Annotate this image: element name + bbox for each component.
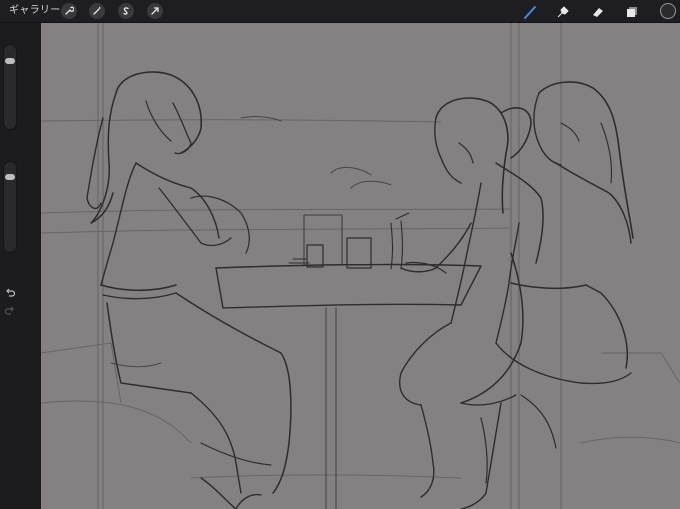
smudge-icon[interactable] <box>554 3 572 21</box>
layers-icon[interactable] <box>623 3 641 21</box>
opacity-slider[interactable] <box>3 161 17 253</box>
opacity-thumb[interactable] <box>5 174 15 180</box>
redo-icon[interactable] <box>4 305 16 317</box>
sketch-artwork <box>41 23 680 509</box>
brush-size-slider[interactable] <box>3 44 17 130</box>
eraser-icon[interactable] <box>589 3 607 21</box>
wrench-icon[interactable] <box>61 3 77 19</box>
brush-icon[interactable] <box>521 3 539 21</box>
brush-size-thumb[interactable] <box>5 58 15 64</box>
gallery-button[interactable]: ギャラリー <box>9 4 61 17</box>
color-swatch[interactable] <box>660 3 676 19</box>
transform-arrow-icon[interactable] <box>147 3 163 19</box>
undo-icon[interactable] <box>4 287 16 299</box>
drawing-canvas[interactable] <box>41 23 680 509</box>
left-sidebar <box>0 23 40 509</box>
selection-icon[interactable] <box>118 3 134 19</box>
magic-wand-icon[interactable] <box>89 3 105 19</box>
top-toolbar: ギャラリー <box>0 0 680 23</box>
